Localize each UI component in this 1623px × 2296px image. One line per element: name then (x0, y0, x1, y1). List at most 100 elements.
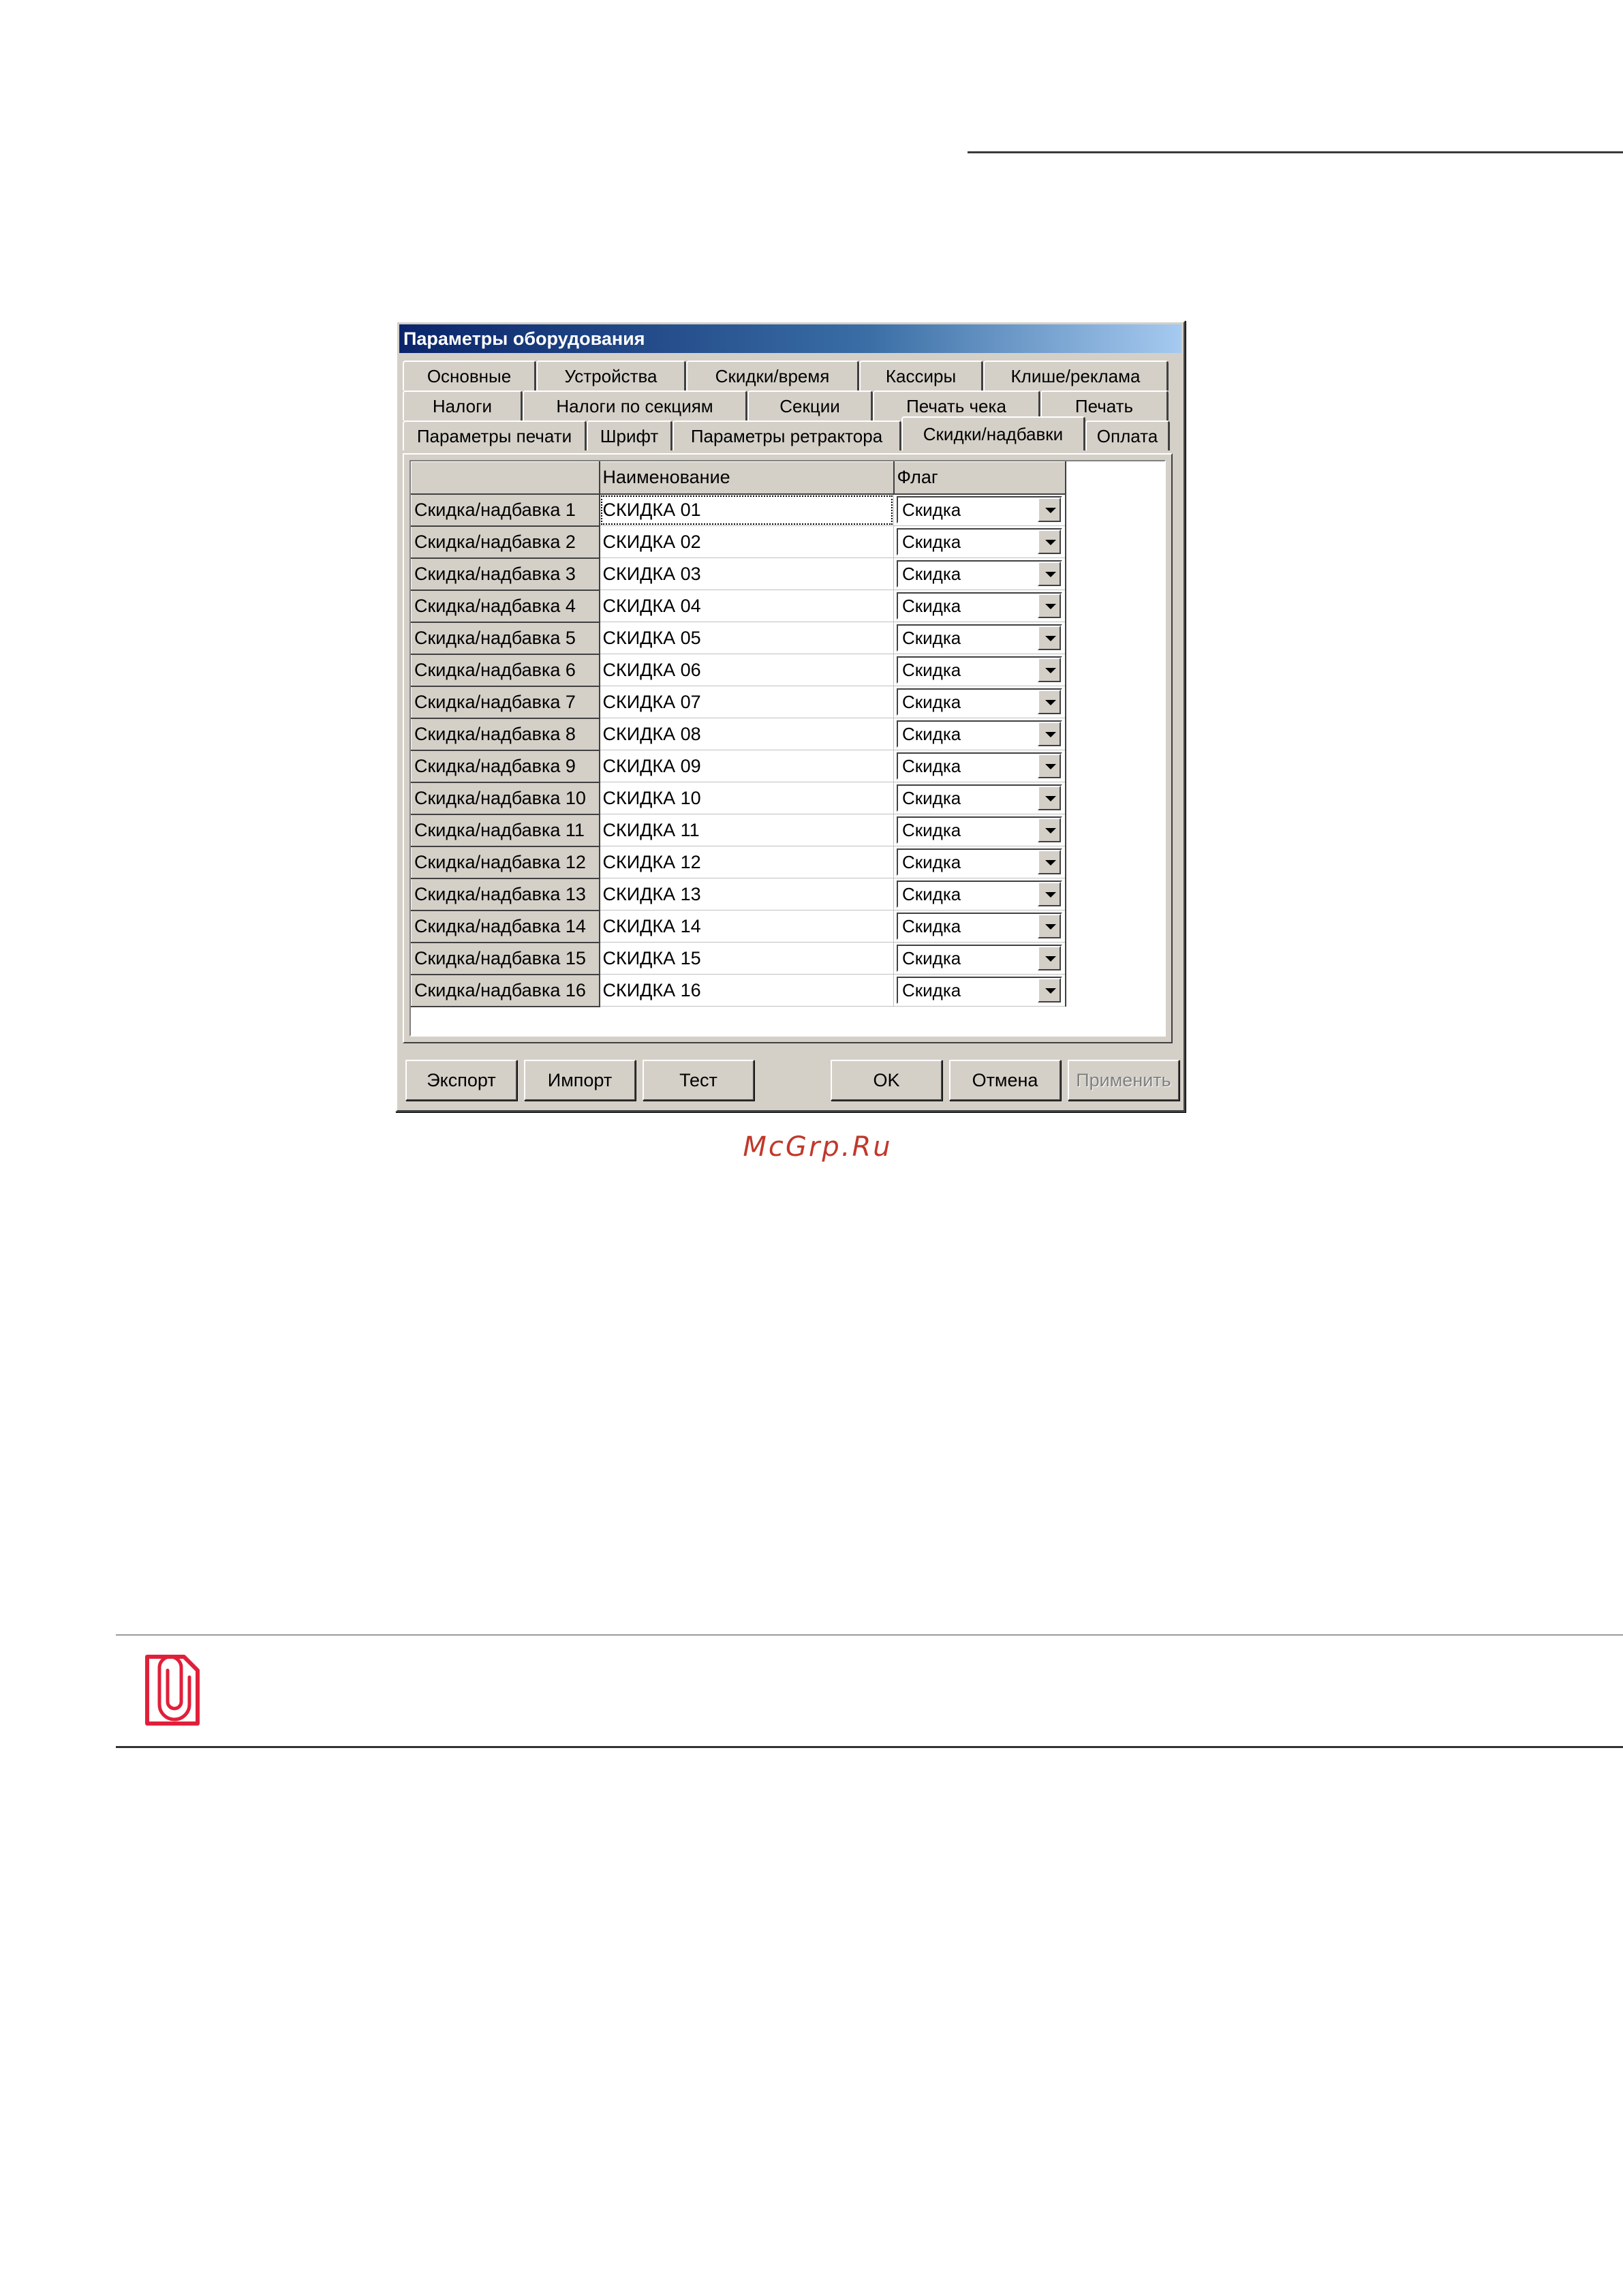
flag-value: Скидка (902, 756, 961, 776)
flag-select[interactable]: Скидка (897, 977, 1062, 1004)
row-header[interactable]: Скидка/надбавка 13 (411, 878, 600, 911)
flag-select[interactable]: Скидка (897, 848, 1062, 876)
name-cell[interactable]: СКИДКА 03 (599, 557, 894, 590)
flag-select[interactable]: Скидка (897, 496, 1062, 524)
tab-klishe-reklama[interactable]: Клише/реклама (983, 361, 1169, 391)
import-button[interactable]: Импорт (524, 1060, 636, 1101)
name-cell[interactable]: СКИДКА 12 (599, 846, 894, 878)
tab-skidki-nadbavki[interactable]: Скидки/надбавки (901, 416, 1085, 450)
name-cell[interactable]: СКИДКА 02 (599, 525, 894, 558)
flag-select[interactable]: Скидка (897, 784, 1062, 812)
flag-select[interactable]: Скидка (897, 688, 1062, 716)
row-header[interactable]: Скидка/надбавка 3 (411, 557, 600, 591)
row-header[interactable]: Скидка/надбавка 10 (411, 782, 600, 815)
corner-header (411, 461, 600, 495)
export-button[interactable]: Экспорт (405, 1060, 517, 1101)
flag-select[interactable]: Скидка (897, 816, 1062, 844)
table-row: Скидка/надбавка 7 СКИДКА 07 Скидка (411, 686, 1066, 719)
tab-oplata[interactable]: Оплата (1085, 420, 1170, 450)
row-header[interactable]: Скидка/надбавка 6 (411, 654, 600, 687)
name-cell[interactable]: СКИДКА 16 (599, 974, 894, 1007)
dropdown-arrow-icon[interactable] (1037, 722, 1061, 746)
dropdown-arrow-icon[interactable] (1037, 594, 1061, 618)
name-cell[interactable]: СКИДКА 07 (599, 686, 894, 718)
name-cell[interactable]: СКИДКА 10 (599, 782, 894, 814)
flag-value: Скидка (902, 852, 961, 872)
name-cell[interactable]: СКИДКА 04 (599, 590, 894, 622)
flag-cell: Скидка (893, 974, 1066, 1007)
flag-cell: Скидка (893, 878, 1066, 910)
tab-osnovnye[interactable]: Основные (403, 361, 536, 391)
flag-cell: Скидка (893, 590, 1066, 622)
dropdown-arrow-icon[interactable] (1037, 914, 1061, 938)
row-header[interactable]: Скидка/надбавка 16 (411, 974, 600, 1007)
row-header[interactable]: Скидка/надбавка 9 (411, 750, 600, 783)
row-header[interactable]: Скидка/надбавка 11 (411, 814, 600, 847)
dropdown-arrow-icon[interactable] (1037, 818, 1061, 842)
row-header[interactable]: Скидка/надбавка 4 (411, 590, 600, 623)
tab-parametry-retraktora[interactable]: Параметры ретрактора (673, 420, 901, 450)
ok-button[interactable]: OK (831, 1060, 942, 1101)
table-row: Скидка/надбавка 6 СКИДКА 06 Скидка (411, 654, 1066, 687)
tab-parametry-pechati[interactable]: Параметры печати (403, 420, 587, 450)
tab-nalogi[interactable]: Налоги (403, 391, 523, 420)
dropdown-arrow-icon[interactable] (1037, 978, 1061, 1002)
flag-value: Скидка (902, 724, 961, 744)
test-button[interactable]: Тест (643, 1060, 754, 1101)
flag-select[interactable]: Скидка (897, 881, 1062, 908)
name-column-header[interactable]: Наименование (599, 461, 895, 495)
flag-select[interactable]: Скидка (897, 913, 1062, 940)
dropdown-arrow-icon[interactable] (1037, 562, 1061, 586)
table-row: Скидка/надбавка 2 СКИДКА 02 Скидка (411, 525, 1066, 559)
cancel-button[interactable]: Отмена (949, 1060, 1061, 1101)
flag-cell: Скидка (893, 493, 1066, 526)
flag-select[interactable]: Скидка (897, 528, 1062, 555)
name-cell[interactable]: СКИДКА 09 (599, 750, 894, 782)
dropdown-arrow-icon[interactable] (1037, 882, 1061, 906)
discount-grid[interactable]: Наименование Флаг Скидка/надбавка 1 СКИДК… (409, 460, 1166, 1037)
row-header[interactable]: Скидка/надбавка 12 (411, 846, 600, 879)
row-header[interactable]: Скидка/надбавка 14 (411, 910, 600, 943)
dropdown-arrow-icon[interactable] (1037, 530, 1061, 554)
table-row: Скидка/надбавка 13 СКИДКА 13 Скидка (411, 878, 1066, 911)
row-header[interactable]: Скидка/надбавка 5 (411, 622, 600, 655)
tab-shrift[interactable]: Шрифт (587, 420, 673, 450)
dropdown-arrow-icon[interactable] (1037, 658, 1061, 682)
row-header[interactable]: Скидка/надбавка 2 (411, 525, 600, 559)
tab-ustroistva[interactable]: Устройства (536, 361, 686, 391)
flag-select[interactable]: Скидка (897, 752, 1062, 780)
flag-select[interactable]: Скидка (897, 656, 1062, 684)
row-header[interactable]: Скидка/надбавка 1 (411, 493, 600, 527)
row-header[interactable]: Скидка/надбавка 7 (411, 686, 600, 719)
flag-column-header[interactable]: Флаг (893, 461, 1066, 495)
row-header[interactable]: Скидка/надбавка 15 (411, 942, 600, 975)
name-cell[interactable]: СКИДКА 06 (599, 654, 894, 686)
dropdown-arrow-icon[interactable] (1037, 946, 1061, 970)
flag-select[interactable]: Скидка (897, 720, 1062, 748)
name-cell[interactable]: СКИДКА 05 (599, 622, 894, 654)
name-cell[interactable]: СКИДКА 11 (599, 814, 894, 846)
table-row: Скидка/надбавка 15 СКИДКА 15 Скидка (411, 942, 1066, 975)
tab-nalogi-po-sektsiyam[interactable]: Налоги по секциям (523, 391, 747, 420)
dropdown-arrow-icon[interactable] (1037, 690, 1061, 714)
name-cell[interactable]: СКИДКА 01 (599, 493, 894, 526)
tab-kassiry[interactable]: Кассиры (859, 361, 983, 391)
flag-select[interactable]: Скидка (897, 945, 1062, 972)
name-cell[interactable]: СКИДКА 08 (599, 718, 894, 750)
name-cell[interactable]: СКИДКА 13 (599, 878, 894, 910)
tab-sektsii[interactable]: Секции (747, 391, 873, 420)
row-header[interactable]: Скидка/надбавка 8 (411, 718, 600, 751)
name-cell[interactable]: СКИДКА 15 (599, 942, 894, 975)
top-rule (968, 151, 1623, 153)
dropdown-arrow-icon[interactable] (1037, 498, 1061, 523)
flag-select[interactable]: Скидка (897, 624, 1062, 652)
flag-select[interactable]: Скидка (897, 592, 1062, 619)
dropdown-arrow-icon[interactable] (1037, 786, 1061, 810)
dropdown-arrow-icon[interactable] (1037, 626, 1061, 650)
flag-select[interactable]: Скидка (897, 560, 1062, 587)
dropdown-arrow-icon[interactable] (1037, 754, 1061, 778)
watermark: McGrp.Ru (743, 1131, 893, 1163)
tab-skidki-vremya[interactable]: Скидки/время (686, 361, 859, 391)
name-cell[interactable]: СКИДКА 14 (599, 910, 894, 943)
dropdown-arrow-icon[interactable] (1037, 850, 1061, 874)
